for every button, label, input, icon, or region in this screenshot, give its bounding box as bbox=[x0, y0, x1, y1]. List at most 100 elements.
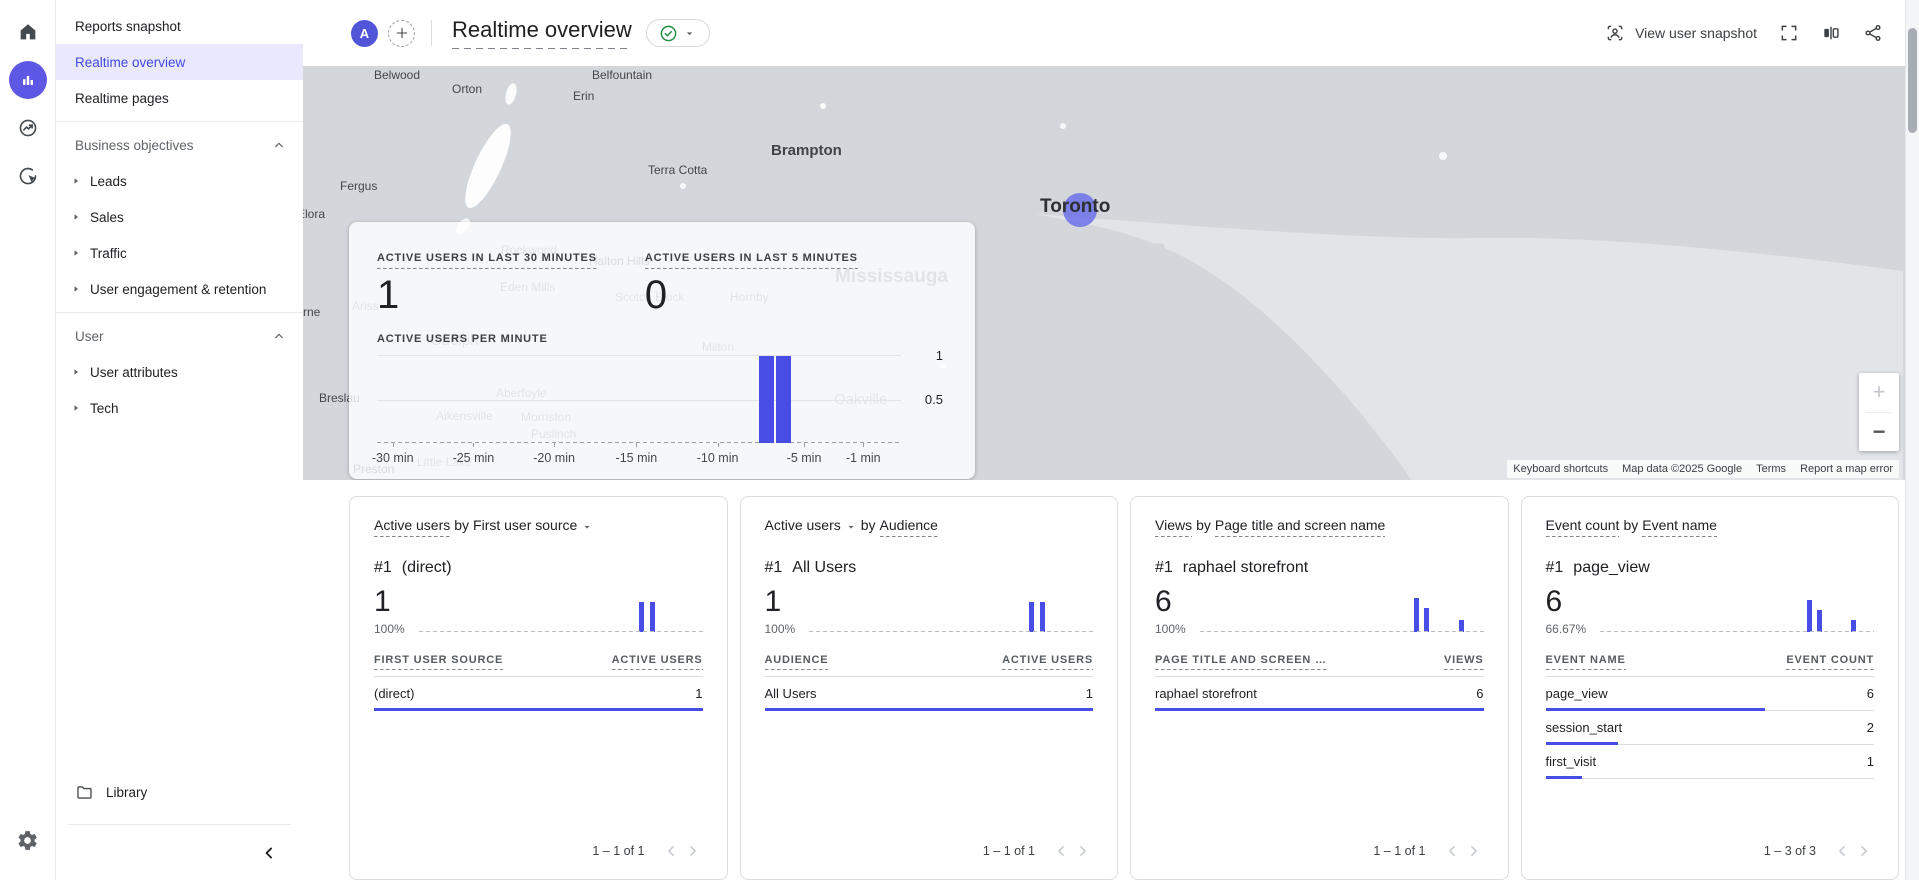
metric-label[interactable]: ACTIVE USERS IN LAST 30 MINUTES bbox=[377, 252, 597, 269]
chevron-left-icon[interactable] bbox=[1832, 841, 1852, 861]
page-title: Realtime overview bbox=[452, 17, 632, 49]
chevron-right-icon[interactable] bbox=[1854, 841, 1874, 861]
top-entry-value: 1 bbox=[374, 585, 391, 618]
row-name: (direct) bbox=[374, 686, 415, 701]
table-row: first_visit 1 bbox=[1545, 745, 1874, 779]
map-zoom-control: + − bbox=[1859, 373, 1899, 451]
x-tick-label: -20 min bbox=[533, 451, 575, 465]
rank-label: #1 bbox=[1155, 559, 1173, 576]
sidebar-item-sales[interactable]: Sales bbox=[56, 199, 303, 235]
report-map-error-link[interactable]: Report a map error bbox=[1800, 463, 1893, 475]
collapse-sidebar-icon[interactable] bbox=[259, 843, 279, 863]
chevron-left-icon[interactable] bbox=[1051, 841, 1071, 861]
axis-tick bbox=[392, 443, 394, 447]
metric-selector[interactable]: Active users bbox=[374, 517, 451, 537]
pagination-label: 1 – 1 of 1 bbox=[1373, 844, 1426, 858]
share-icon[interactable] bbox=[1863, 23, 1883, 43]
sidebar-item-label: Realtime pages bbox=[75, 90, 169, 106]
column-header[interactable]: PAGE TITLE AND SCREEN … bbox=[1155, 654, 1327, 670]
chevron-up-icon bbox=[275, 333, 283, 339]
sidebar-item-realtime-overview[interactable]: Realtime overview bbox=[56, 44, 303, 80]
chevron-up-icon bbox=[275, 142, 283, 148]
keyboard-shortcuts-link[interactable]: Keyboard shortcuts bbox=[1513, 463, 1608, 475]
dimension-selector[interactable]: Audience bbox=[879, 517, 938, 537]
zoom-in-button[interactable]: + bbox=[1859, 373, 1899, 412]
caret-down-icon[interactable] bbox=[581, 521, 593, 533]
realtime-map[interactable]: Belwood Orton Belfountain Erin Brampton … bbox=[303, 66, 1919, 480]
compare-icon[interactable] bbox=[1821, 23, 1841, 43]
metric-label[interactable]: ACTIVE USERS IN LAST 5 MINUTES bbox=[644, 252, 858, 269]
explore-icon[interactable] bbox=[9, 157, 47, 195]
sidebar-item-user-engagement[interactable]: User engagement & retention bbox=[56, 271, 303, 307]
add-comparison-button[interactable] bbox=[388, 19, 415, 47]
sidebar-item-tech[interactable]: Tech bbox=[56, 390, 303, 426]
column-header[interactable]: FIRST USER SOURCE bbox=[374, 654, 504, 670]
home-icon[interactable] bbox=[9, 13, 47, 51]
sidebar-item-label: Realtime overview bbox=[75, 54, 186, 70]
table-row: raphael storefront 6 bbox=[1155, 677, 1484, 711]
chevron-right-icon[interactable] bbox=[1464, 841, 1484, 861]
top-entry: #1 raphael storefront bbox=[1155, 559, 1484, 577]
card-pagination: 1 – 1 of 1 bbox=[374, 831, 703, 867]
metric-selector[interactable]: Active users bbox=[765, 517, 841, 533]
top-entry-value: 6 bbox=[1155, 585, 1172, 618]
column-header[interactable]: AUDIENCE bbox=[764, 654, 829, 670]
scrollbar-thumb[interactable] bbox=[1908, 28, 1917, 133]
y-tick-label: 0.5 bbox=[924, 392, 943, 407]
dimension-selector[interactable]: Page title and screen name bbox=[1214, 517, 1386, 537]
rank-label: #1 bbox=[1545, 559, 1564, 576]
reports-icon[interactable] bbox=[8, 61, 47, 99]
sidebar-item-traffic[interactable]: Traffic bbox=[56, 235, 303, 271]
top-entry-name: (direct) bbox=[401, 559, 452, 576]
terms-link[interactable]: Terms bbox=[1756, 463, 1786, 475]
triangle-right-icon bbox=[74, 405, 78, 411]
map-label: Fergus bbox=[340, 179, 378, 193]
chevron-right-icon[interactable] bbox=[683, 841, 703, 861]
card-active-users-by-audience: Active users by Audience #1 All Users 1 … bbox=[739, 496, 1118, 880]
rank-label: #1 bbox=[764, 559, 783, 576]
divider bbox=[56, 312, 303, 313]
sparkline-bar bbox=[638, 602, 644, 632]
folder-icon bbox=[77, 785, 92, 799]
metric-selector[interactable]: Event count bbox=[1545, 517, 1620, 537]
title-connector: by bbox=[454, 517, 470, 533]
sidebar-section-user[interactable]: User bbox=[56, 318, 303, 354]
row-value: 1 bbox=[1866, 754, 1874, 769]
table-header: AUDIENCE ACTIVE USERS bbox=[764, 654, 1093, 670]
sidebar-item-reports-snapshot[interactable]: Reports snapshot bbox=[56, 8, 303, 44]
avatar[interactable]: A bbox=[351, 19, 378, 47]
column-header[interactable]: ACTIVE USERS bbox=[611, 654, 703, 670]
chevron-left-icon[interactable] bbox=[661, 841, 681, 861]
sidebar-item-leads[interactable]: Leads bbox=[56, 163, 303, 199]
sidebar-item-user-attributes[interactable]: User attributes bbox=[56, 354, 303, 390]
column-header[interactable]: EVENT NAME bbox=[1545, 654, 1626, 670]
dimension-selector[interactable]: First user source bbox=[473, 517, 577, 533]
chevron-left-icon[interactable] bbox=[1442, 841, 1462, 861]
caret-down-icon[interactable] bbox=[845, 521, 857, 533]
sidebar-section-business-objectives[interactable]: Business objectives bbox=[56, 127, 303, 163]
top-entry: #1 (direct) bbox=[374, 559, 703, 577]
row-name: first_visit bbox=[1545, 754, 1597, 769]
metric-selector[interactable]: Views bbox=[1155, 517, 1193, 537]
column-header[interactable]: ACTIVE USERS bbox=[1002, 654, 1093, 670]
sidebar-item-library[interactable]: Library bbox=[56, 772, 303, 812]
column-header[interactable]: EVENT COUNT bbox=[1786, 654, 1874, 670]
x-tick-label: -15 min bbox=[615, 451, 658, 465]
report-status-dropdown[interactable] bbox=[645, 19, 710, 47]
advertising-icon[interactable] bbox=[9, 109, 47, 147]
top-entry-name: raphael storefront bbox=[1182, 559, 1309, 576]
dimension-selector[interactable]: Event name bbox=[1642, 517, 1717, 537]
column-header[interactable]: VIEWS bbox=[1444, 654, 1484, 670]
fullscreen-icon[interactable] bbox=[1779, 23, 1799, 43]
zoom-out-button[interactable]: − bbox=[1859, 413, 1899, 452]
top-entry-percent: 100% bbox=[1155, 622, 1186, 636]
page-scrollbar[interactable] bbox=[1905, 0, 1919, 880]
row-bar bbox=[1545, 742, 1619, 745]
top-entry-name: All Users bbox=[792, 559, 857, 576]
settings-gear-icon[interactable] bbox=[9, 821, 47, 859]
main-content: A Realtime overview View user snapshot B… bbox=[303, 0, 1919, 880]
sidebar-item-realtime-pages[interactable]: Realtime pages bbox=[56, 80, 303, 116]
chevron-right-icon[interactable] bbox=[1073, 841, 1093, 861]
view-user-snapshot-button[interactable]: View user snapshot bbox=[1605, 23, 1757, 43]
table-row: session_start 2 bbox=[1545, 711, 1874, 745]
